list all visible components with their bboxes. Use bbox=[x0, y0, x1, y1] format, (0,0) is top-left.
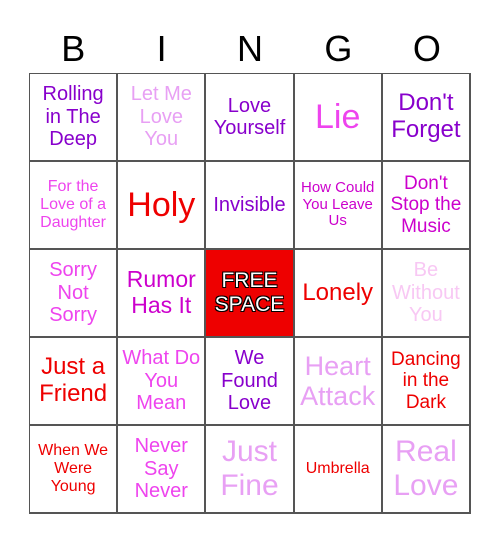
bingo-grid: Rolling in The Deep Let Me Love You Love Y… bbox=[29, 73, 471, 514]
bingo-cell-label: We Found Love bbox=[221, 347, 278, 415]
bingo-cell[interactable]: Lie bbox=[294, 74, 383, 162]
bingo-cell[interactable]: Lonely bbox=[294, 250, 383, 338]
bingo-cell[interactable]: We Found Love bbox=[206, 338, 295, 426]
bingo-cell-label: Be Without You bbox=[391, 259, 460, 327]
header-letter-g: G bbox=[324, 28, 353, 69]
bingo-cell[interactable]: Just Fine bbox=[206, 426, 295, 514]
bingo-cell-label: Just a Friend bbox=[39, 353, 108, 407]
bingo-cell-label: Lonely bbox=[302, 278, 374, 306]
bingo-cell-label: For the Love of a Daughter bbox=[40, 178, 106, 231]
bingo-cell[interactable]: Be Without You bbox=[382, 250, 471, 338]
bingo-cell[interactable]: How Could You Leave Us bbox=[294, 162, 383, 250]
bingo-cell-label: Dancing in the Dark bbox=[391, 349, 461, 413]
bingo-cell[interactable]: When We Were Young bbox=[30, 426, 119, 514]
header-letter-b: B bbox=[61, 28, 86, 69]
bingo-cell[interactable]: Never Say Never bbox=[118, 426, 207, 514]
bingo-header: B I N G O bbox=[29, 26, 471, 72]
bingo-cell-label: Don't Stop the Music bbox=[390, 173, 462, 237]
bingo-cell-label: Don't Forget bbox=[391, 89, 461, 143]
bingo-cell[interactable]: For the Love of a Daughter bbox=[30, 162, 119, 250]
bingo-cell[interactable]: Don't Stop the Music bbox=[382, 162, 471, 250]
bingo-cell-label: What Do You Mean bbox=[122, 347, 201, 415]
bingo-cell[interactable]: Rumor Has It bbox=[118, 250, 207, 338]
bingo-cell[interactable]: Real Love bbox=[382, 426, 471, 514]
free-space-label: FREE SPACE bbox=[214, 269, 285, 316]
bingo-cell-label: Sorry Not Sorry bbox=[49, 259, 97, 327]
bingo-cell[interactable]: Invisible bbox=[206, 162, 295, 250]
bingo-cell[interactable]: What Do You Mean bbox=[118, 338, 207, 426]
header-letter-n: N bbox=[237, 28, 264, 69]
header-letter-o: O bbox=[412, 28, 441, 69]
free-space-cell[interactable]: FREE SPACE bbox=[206, 250, 295, 338]
bingo-cell-label: Rolling in The Deep bbox=[42, 83, 104, 151]
bingo-cell[interactable]: Heart Attack bbox=[294, 338, 383, 426]
bingo-cell-label: Love Yourself bbox=[213, 94, 286, 139]
bingo-cell[interactable]: Sorry Not Sorry bbox=[30, 250, 119, 338]
bingo-cell[interactable]: Let Me Love You bbox=[118, 74, 207, 162]
bingo-cell[interactable]: Holy bbox=[118, 162, 207, 250]
bingo-cell[interactable]: Umbrella bbox=[294, 426, 383, 514]
bingo-cell-label: Just Fine bbox=[220, 435, 279, 502]
bingo-cell[interactable]: Rolling in The Deep bbox=[30, 74, 119, 162]
bingo-cell-label: How Could You Leave Us bbox=[301, 178, 375, 230]
bingo-cell-label: Umbrella bbox=[305, 460, 370, 478]
bingo-cell[interactable]: Love Yourself bbox=[206, 74, 295, 162]
bingo-cell[interactable]: Just a Friend bbox=[30, 338, 119, 426]
bingo-cell-label: Invisible bbox=[213, 193, 286, 216]
bingo-cell-label: Rumor Has It bbox=[126, 266, 196, 318]
bingo-cell-label: Let Me Love You bbox=[130, 83, 192, 151]
bingo-cell-label: Never Say Never bbox=[134, 435, 188, 503]
bingo-cell-label: Real Love bbox=[393, 435, 459, 502]
bingo-cell-label: Heart Attack bbox=[300, 350, 376, 411]
bingo-cell-label: Holy bbox=[127, 185, 196, 224]
bingo-cell-label: When We Were Young bbox=[38, 442, 109, 495]
bingo-cell[interactable]: Dancing in the Dark bbox=[382, 338, 471, 426]
bingo-cell[interactable]: Don't Forget bbox=[382, 74, 471, 162]
bingo-cell-label: Lie bbox=[315, 97, 361, 136]
header-letter-i: I bbox=[156, 28, 167, 69]
